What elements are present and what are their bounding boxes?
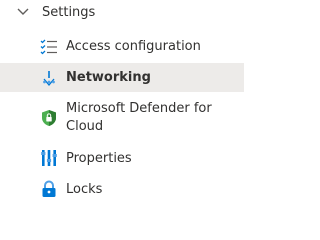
sidebar-item-networking[interactable]: Networking <box>0 63 244 92</box>
sidebar-item-label: Microsoft Defender for Cloud <box>66 101 212 134</box>
sidebar-item-label: Properties <box>66 151 132 166</box>
list-check-icon <box>40 39 57 55</box>
sidebar-item-access-configuration[interactable]: Access configuration <box>0 35 244 59</box>
sidebar-item-defender-for-cloud[interactable]: Microsoft Defender for Cloud <box>0 97 244 139</box>
shield-check-icon <box>42 110 56 126</box>
sidebar-item-label: Access configuration <box>66 39 201 54</box>
settings-nav: Settings Access configuration Networking <box>0 0 244 213</box>
sidebar-item-properties[interactable]: Properties <box>0 147 244 171</box>
sidebar-item-label: Networking <box>66 70 151 85</box>
bars-icon <box>41 150 57 166</box>
lock-icon <box>42 180 56 197</box>
chevron-down-icon <box>17 8 29 15</box>
settings-section-label: Settings <box>42 5 96 20</box>
sidebar-item-label: Locks <box>66 182 103 197</box>
network-icon <box>43 71 55 87</box>
settings-section-toggle[interactable]: Settings <box>0 0 244 26</box>
sidebar-item-locks[interactable]: Locks <box>0 178 244 202</box>
